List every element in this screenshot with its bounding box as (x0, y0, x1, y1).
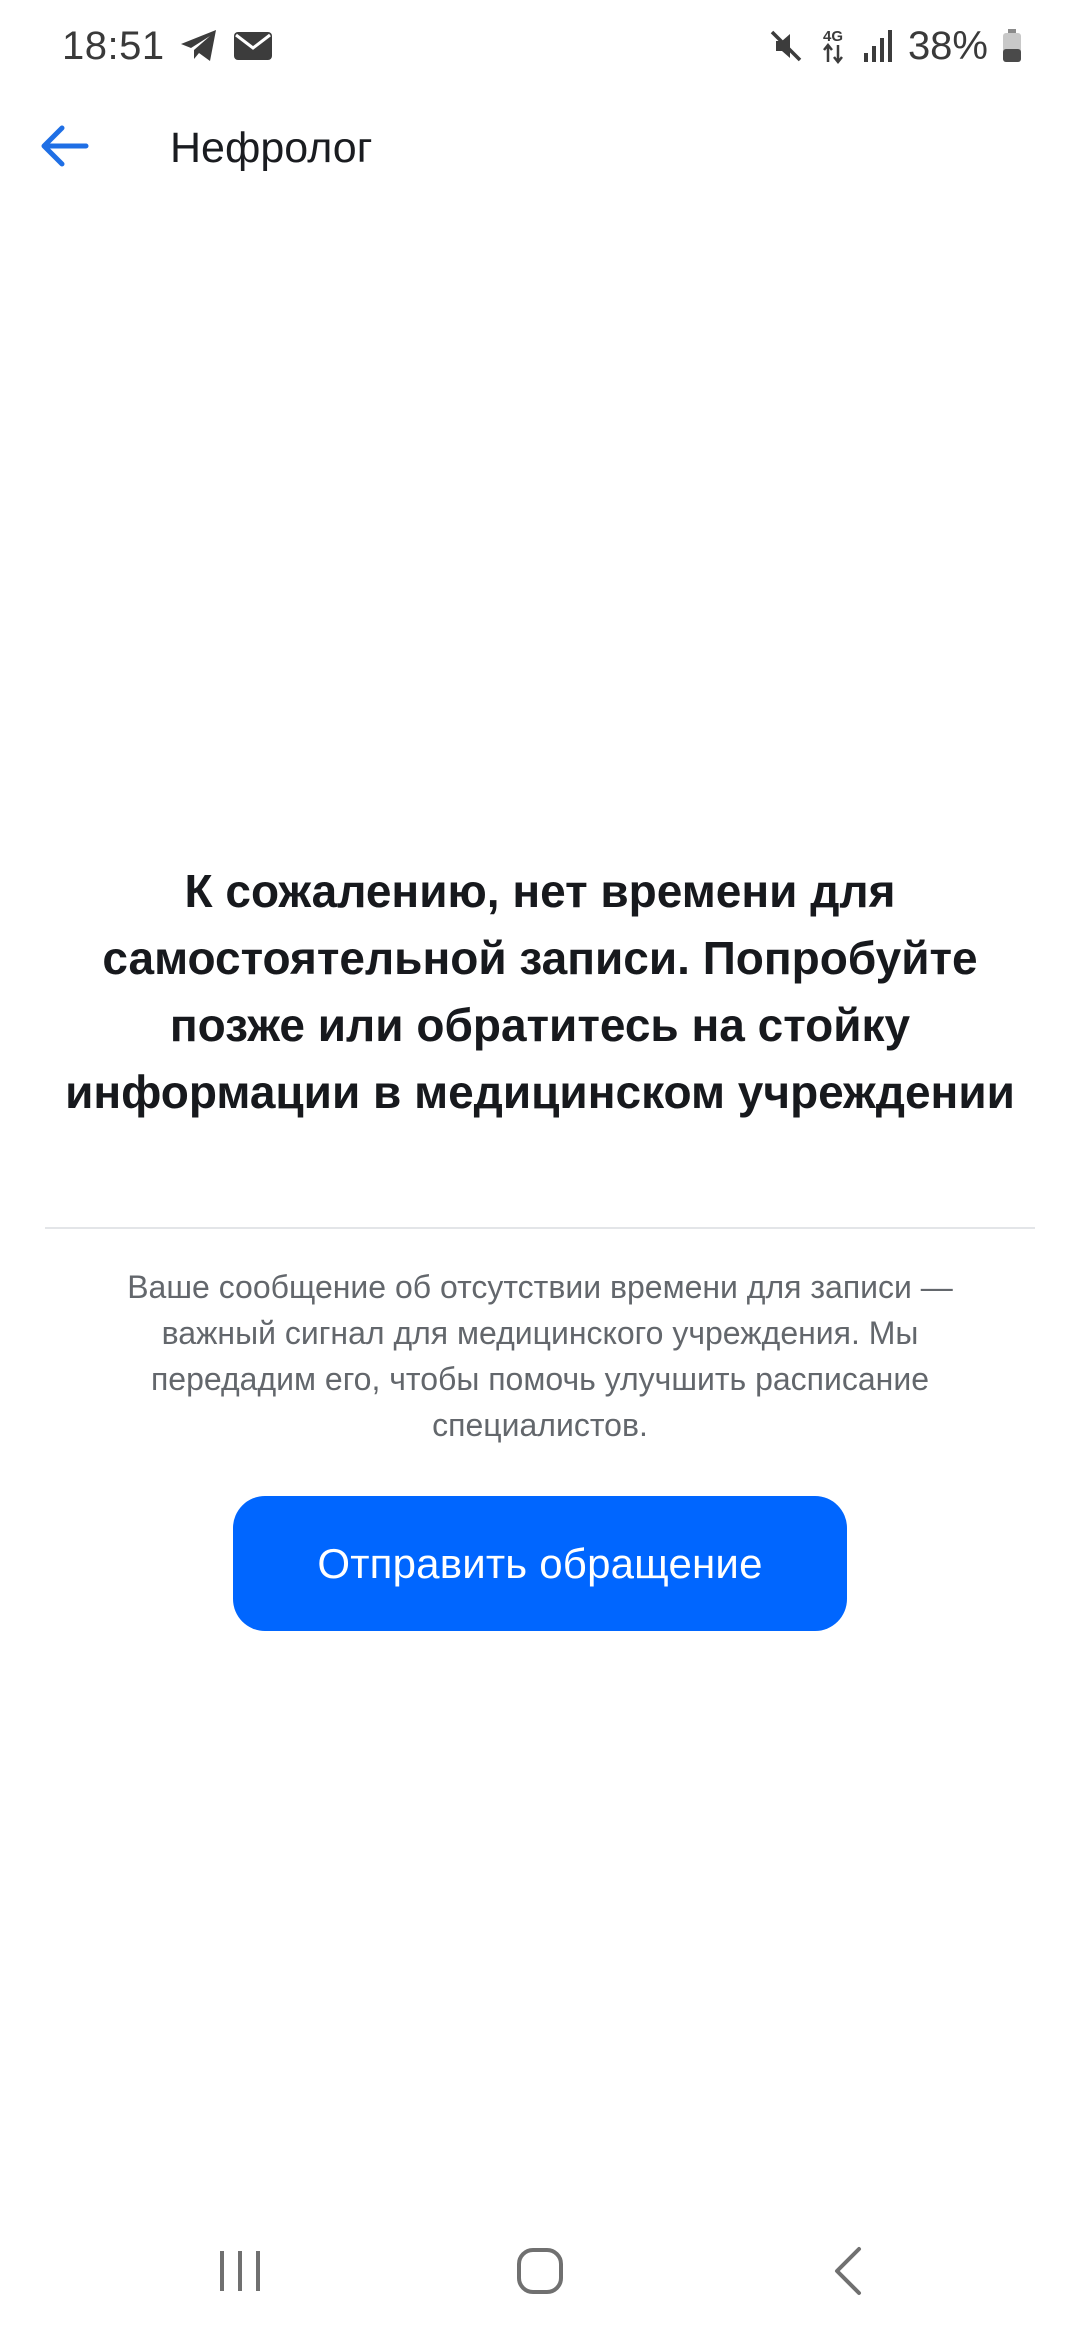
network-4g-icon: 4G (818, 26, 848, 66)
navigation-bar (0, 2218, 1080, 2340)
recent-apps-button[interactable] (160, 2218, 320, 2328)
home-icon (516, 2247, 564, 2300)
message-note: Ваше сообщение об отсутствии времени для… (127, 1269, 953, 1443)
page-title: Нефролог (170, 124, 373, 172)
battery-icon (1002, 29, 1022, 63)
submit-request-button[interactable]: Отправить обращение (233, 1496, 847, 1631)
system-back-button[interactable] (768, 2218, 928, 2328)
divider (45, 1227, 1035, 1229)
recent-apps-icon (216, 2249, 264, 2298)
arrow-left-icon (38, 124, 90, 173)
mute-icon (768, 28, 804, 64)
signal-icon (862, 29, 894, 63)
mail-icon (233, 31, 273, 61)
status-right: 4G 38% (768, 24, 1022, 69)
status-left: 18:51 (62, 24, 273, 69)
back-icon (832, 2246, 864, 2301)
status-time: 18:51 (62, 23, 165, 68)
battery-percent: 38% (907, 23, 988, 68)
message-title: К сожалению, нет времени для самостоятел… (65, 865, 1015, 1118)
app-bar: Нефролог (0, 92, 1080, 204)
home-button[interactable] (460, 2218, 620, 2328)
back-button[interactable] (22, 106, 106, 190)
svg-text:4G: 4G (823, 28, 843, 45)
telegram-icon (179, 28, 219, 64)
status-bar: 18:51 4G 38% (0, 0, 1080, 92)
